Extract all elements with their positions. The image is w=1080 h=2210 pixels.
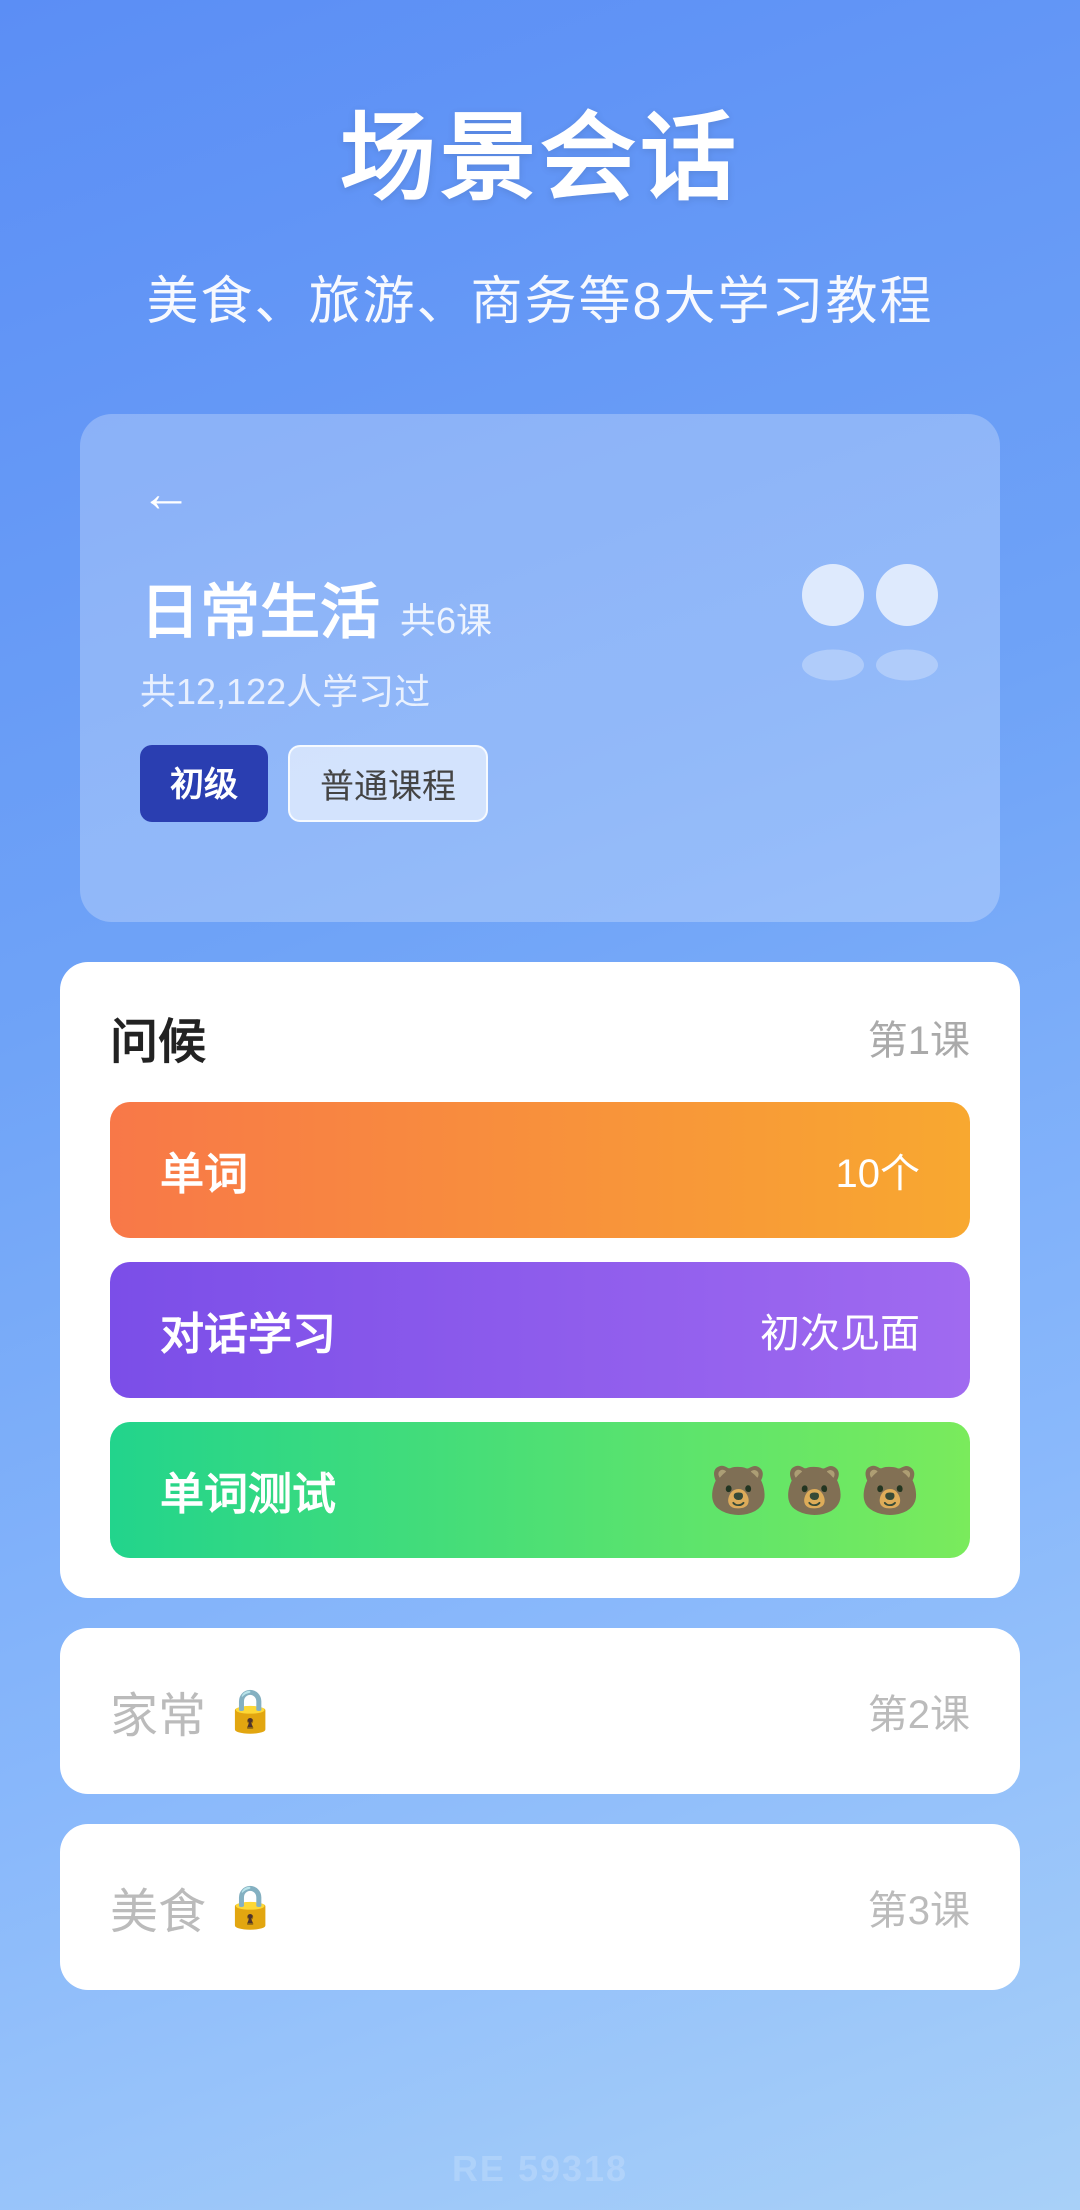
bear-icons: 🐻 🐻 🐻 — [709, 1462, 920, 1519]
sub-title: 美食、旅游、商务等8大学习教程 — [60, 259, 1020, 334]
lesson-2-number: 第2课 — [868, 1682, 970, 1740]
main-title: 场景会话 — [60, 80, 1020, 219]
lesson-3-number: 第3课 — [868, 1878, 970, 1936]
course-info-left: 日常生活 共6课 共12,122人学习过 初级 普通课程 — [140, 564, 492, 822]
lesson-card-2: 家常 🔒 第2课 — [60, 1628, 1020, 1794]
bear-icon-1: 🐻 — [709, 1462, 769, 1519]
bear-icon-2: 🐻 — [784, 1462, 844, 1519]
lesson-3-locked-row: 美食 🔒 第3课 — [110, 1872, 970, 1942]
header: 场景会话 美食、旅游、商务等8大学习教程 — [0, 0, 1080, 374]
course-name: 日常生活 — [140, 564, 380, 651]
course-count: 共6课 — [400, 592, 492, 644]
dialog-value: 初次见面 — [760, 1301, 920, 1359]
dot-circle-reflect-right — [876, 650, 938, 681]
lesson-1-header: 问候 第1课 — [110, 1002, 970, 1072]
lock-icon-2: 🔒 — [224, 1687, 276, 1736]
dialog-label: 对话学习 — [160, 1298, 336, 1362]
bear-icon-3: 🐻 — [860, 1462, 920, 1519]
dot-circle-right — [876, 564, 938, 626]
lesson-1-number: 第1课 — [868, 1008, 970, 1066]
lesson-3-name: 美食 — [110, 1872, 206, 1942]
course-learners: 共12,122人学习过 — [140, 663, 492, 715]
lesson-1-items: 单词 10个 对话学习 初次见面 单词测试 🐻 🐻 🐻 — [110, 1102, 970, 1558]
lessons-container: 问候 第1课 单词 10个 对话学习 初次见面 单词测试 🐻 🐻 🐻 — [60, 962, 1020, 1990]
watermark-container: RE 59318 — [0, 2050, 1080, 2210]
back-button[interactable]: ← — [140, 464, 192, 524]
watermark-text: RE 59318 — [452, 2148, 628, 2190]
course-info-card: ← 日常生活 共6课 共12,122人学习过 初级 普通课程 — [80, 414, 1000, 922]
lesson-2-title: 家常 🔒 — [110, 1676, 276, 1746]
lesson-3-title: 美食 🔒 — [110, 1872, 276, 1942]
course-icon — [800, 564, 940, 684]
badge-primary[interactable]: 初级 — [140, 745, 268, 822]
course-name-row: 日常生活 共6课 — [140, 564, 492, 651]
test-item[interactable]: 单词测试 🐻 🐻 🐻 — [110, 1422, 970, 1558]
lesson-2-locked-row: 家常 🔒 第2课 — [110, 1676, 970, 1746]
badges-row: 初级 普通课程 — [140, 745, 492, 822]
course-info-row: 日常生活 共6课 共12,122人学习过 初级 普通课程 — [140, 564, 940, 822]
vocab-value: 10个 — [836, 1141, 921, 1199]
lesson-2-name: 家常 — [110, 1676, 206, 1746]
test-label: 单词测试 — [160, 1458, 336, 1522]
badge-secondary[interactable]: 普通课程 — [288, 745, 488, 822]
vocab-label: 单词 — [160, 1138, 248, 1202]
dialog-item[interactable]: 对话学习 初次见面 — [110, 1262, 970, 1398]
lock-icon-3: 🔒 — [224, 1883, 276, 1932]
lesson-card-3: 美食 🔒 第3课 — [60, 1824, 1020, 1990]
lesson-1-title: 问候 — [110, 1002, 206, 1072]
lesson-card-1: 问候 第1课 单词 10个 对话学习 初次见面 单词测试 🐻 🐻 🐻 — [60, 962, 1020, 1598]
dot-circle-left — [802, 564, 864, 626]
dot-circle-reflect-left — [802, 650, 864, 681]
vocab-item[interactable]: 单词 10个 — [110, 1102, 970, 1238]
